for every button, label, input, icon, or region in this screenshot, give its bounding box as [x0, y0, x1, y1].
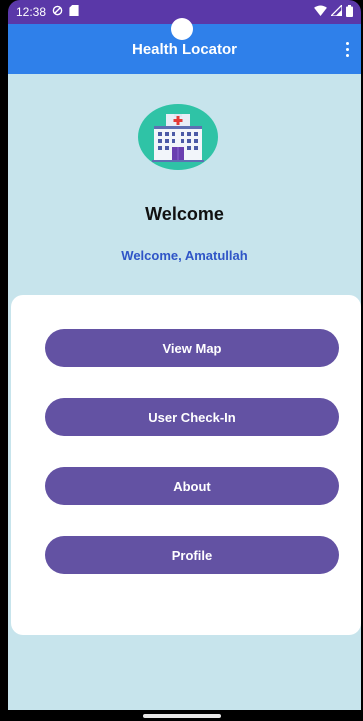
signal-icon: [329, 3, 343, 19]
sd-card-icon: [69, 5, 79, 19]
user-check-in-button[interactable]: User Check-In: [45, 398, 339, 436]
welcome-subtitle: Welcome, Amatullah: [121, 248, 248, 263]
front-camera: [171, 18, 193, 40]
hospital-icon: [138, 104, 218, 170]
profile-button[interactable]: Profile: [45, 536, 339, 574]
view-map-button[interactable]: View Map: [45, 329, 339, 367]
app-title: Health Locator: [131, 40, 237, 58]
do-not-disturb-icon: [52, 5, 63, 19]
battery-icon: [346, 4, 353, 20]
welcome-title: Welcome: [145, 204, 224, 224]
more-vert-icon[interactable]: [339, 36, 355, 62]
main-content: Welcome Welcome, Amatullah View Map User…: [8, 74, 361, 710]
wifi-icon: [314, 5, 327, 19]
menu-card: View Map User Check-In About Profile: [11, 295, 361, 635]
device-frame: 12:38 Health Locator Welcome Welcome, Am…: [0, 0, 363, 721]
home-indicator[interactable]: [143, 714, 221, 718]
status-time: 12:38: [16, 5, 47, 19]
about-button[interactable]: About: [45, 467, 339, 505]
